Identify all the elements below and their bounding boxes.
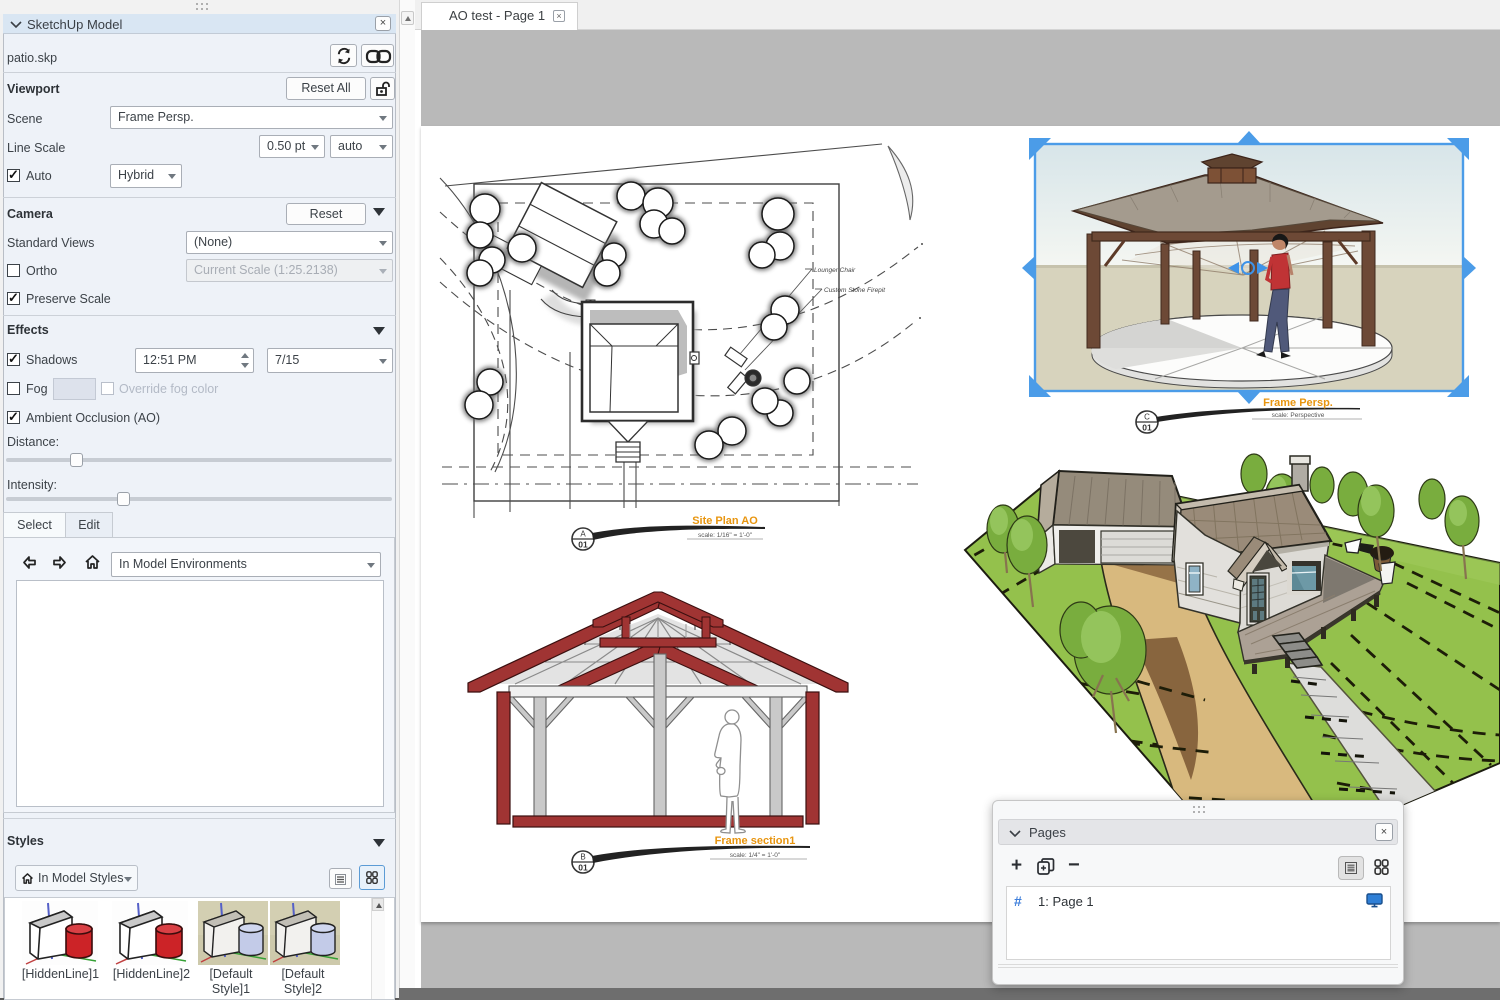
svg-text:01: 01: [578, 863, 588, 873]
svg-text:Custom Stone Firepit: Custom Stone Firepit: [824, 287, 886, 294]
svg-text:01: 01: [578, 540, 588, 550]
svg-text:Frame section1: Frame section1: [715, 835, 796, 847]
svg-text:A: A: [580, 530, 586, 539]
svg-text:C: C: [1144, 413, 1150, 422]
svg-text:Frame Persp.: Frame Persp.: [1263, 397, 1333, 409]
svg-text:Lounger Chair: Lounger Chair: [814, 267, 856, 274]
svg-text:scale: 1/16" = 1'-0": scale: 1/16" = 1'-0": [698, 532, 753, 539]
svg-text:B: B: [580, 853, 585, 862]
svg-text:01: 01: [1142, 423, 1152, 433]
svg-text:Site Plan AO: Site Plan AO: [692, 515, 758, 527]
svg-text:scale: 1/4" = 1'-0": scale: 1/4" = 1'-0": [730, 852, 781, 859]
svg-text:scale: Perspective: scale: Perspective: [1272, 412, 1325, 419]
